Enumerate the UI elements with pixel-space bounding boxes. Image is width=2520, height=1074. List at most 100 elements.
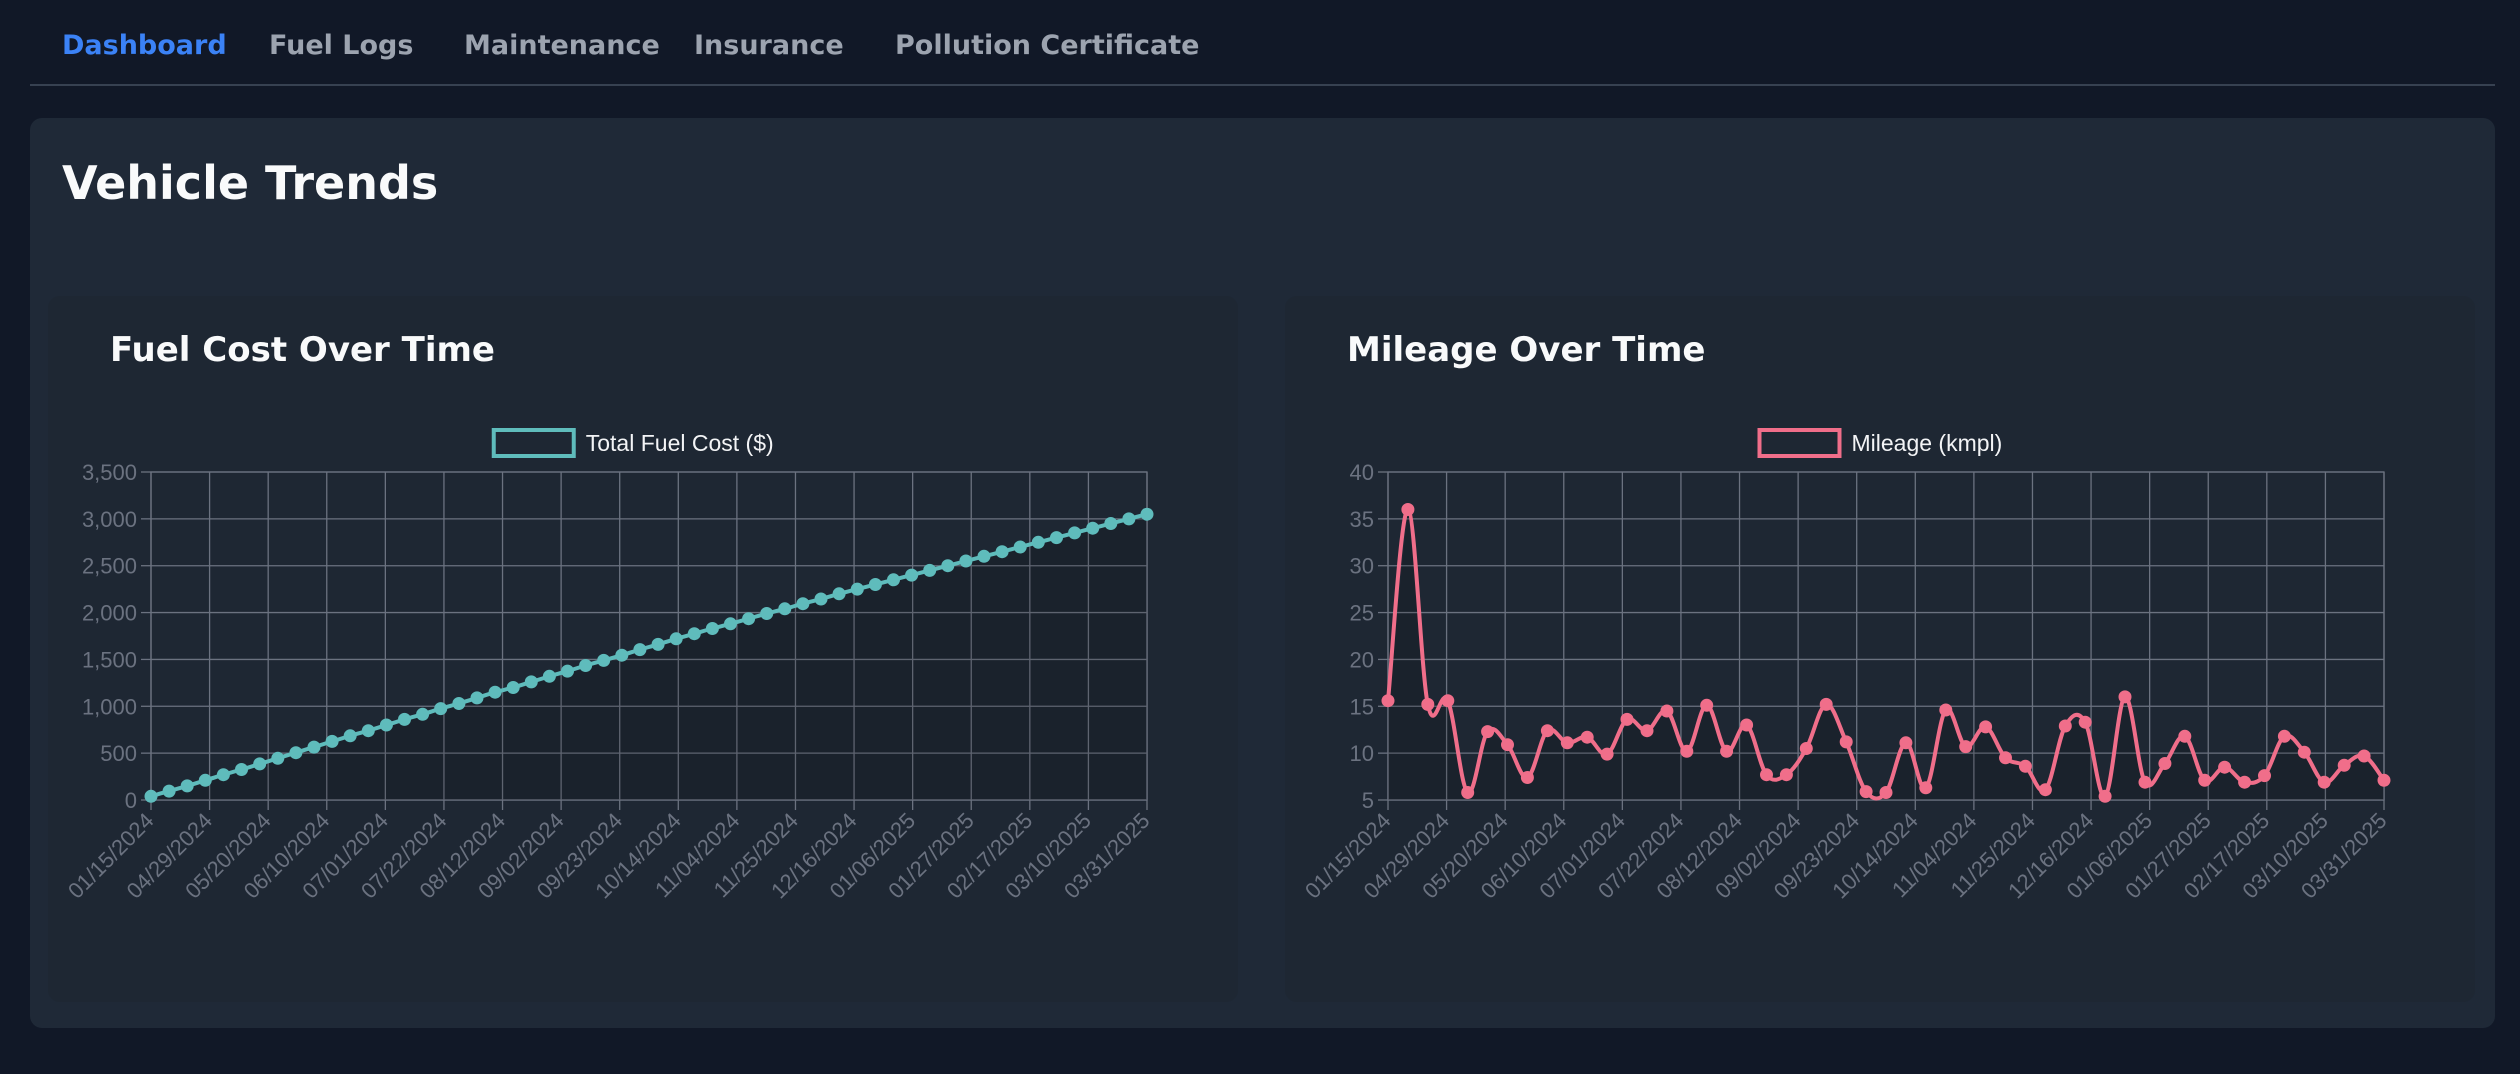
mileage-data-point <box>1700 698 1714 712</box>
fuel-cost-data-point <box>1140 507 1154 521</box>
mileage-data-point <box>2118 690 2132 704</box>
mileage-data-point <box>2178 729 2192 743</box>
fuel-cost-data-point <box>887 573 900 587</box>
fuel-cost-data-point <box>398 712 411 726</box>
fuel-cost-card: Fuel Cost Over Time 0 500 1,000 1,500 2,000 2… <box>48 296 1238 1002</box>
fuel-cost-data-point <box>1086 521 1100 535</box>
mileage-data-point <box>2258 769 2271 783</box>
fuel-cost-data-point <box>923 563 937 577</box>
tab-insurance[interactable]: Insurance <box>694 30 844 61</box>
fuel-cost-data-point <box>724 617 737 631</box>
mileage-data-point <box>1461 786 1475 799</box>
mileage-data-point <box>1740 718 1754 732</box>
mileage-y-tick-label: 20 <box>1350 647 1374 672</box>
mileage-data-point <box>1760 768 1773 782</box>
mileage-data-point <box>2158 757 2172 770</box>
fuel-cost-y-tick-label: 2,500 <box>82 554 137 579</box>
mileage-legend-label: Mileage (kmpl) <box>1852 430 2003 456</box>
mileage-data-point <box>1580 730 1594 744</box>
fuel-cost-data-point <box>379 718 393 732</box>
fuel-cost-data-point <box>977 549 991 563</box>
fuel-cost-data-point <box>434 702 448 716</box>
fuel-cost-data-point <box>1104 517 1118 530</box>
fuel-cost-data-point <box>633 643 647 657</box>
fuel-cost-data-point <box>832 587 846 601</box>
fuel-cost-data-point <box>597 653 611 667</box>
mileage-y-tick-label: 5 <box>1362 788 1374 813</box>
mileage-data-point <box>1839 735 1853 749</box>
mileage-data-point <box>2098 789 2112 803</box>
mileage-y-tick-label: 35 <box>1350 507 1374 532</box>
fuel-cost-data-point <box>742 612 756 626</box>
fuel-cost-data-point <box>162 784 176 798</box>
mileage-data-point <box>1999 751 2012 765</box>
mileage-data-point <box>1640 724 1654 738</box>
fuel-cost-data-point <box>995 545 1009 559</box>
mileage-legend-swatch <box>1757 428 1842 458</box>
page-title: Vehicle Trends <box>62 156 439 210</box>
mileage-y-tick-label: 15 <box>1350 694 1374 719</box>
fuel-cost-data-point <box>959 554 973 568</box>
fuel-cost-y-tick-label: 0 <box>125 788 137 813</box>
mileage-data-point <box>2018 759 2032 773</box>
fuel-cost-data-point <box>325 734 339 748</box>
tab-pollution-certificate[interactable]: Pollution Certificate <box>895 30 1199 61</box>
mileage-data-point <box>1879 786 1893 799</box>
fuel-cost-data-point <box>452 697 466 710</box>
mileage-data-point <box>1859 785 1873 799</box>
fuel-cost-data-point <box>343 729 357 743</box>
mileage-data-point <box>1720 744 1734 758</box>
fuel-cost-y-tick-label: 1,500 <box>82 647 137 672</box>
fuel-cost-data-point <box>941 559 955 573</box>
tab-dashboard[interactable]: Dashboard <box>62 30 227 61</box>
mileage-data-point <box>2038 783 2052 797</box>
fuel-cost-y-tick-label: 3,000 <box>82 507 137 532</box>
fuel-cost-data-point <box>1031 535 1045 549</box>
mileage-chart: 51015202530354001/15/202404/29/202405/20… <box>1300 428 2392 903</box>
fuel-cost-y-tick-label: 3,500 <box>82 460 137 485</box>
fuel-cost-data-point <box>253 757 267 771</box>
mileage-data-point <box>1560 736 1574 750</box>
mileage-data-point <box>1799 742 1813 755</box>
mileage-data-point <box>1401 503 1415 516</box>
mileage-data-point <box>1819 697 1833 711</box>
fuel-cost-data-point <box>778 602 792 616</box>
mileage-data-point <box>2078 715 2092 729</box>
fuel-cost-data-point <box>144 789 158 803</box>
mileage-data-point <box>2238 775 2252 789</box>
mileage-data-point <box>1779 768 1793 782</box>
mileage-y-tick-label: 10 <box>1350 741 1374 766</box>
mileage-data-point <box>2297 745 2311 759</box>
fuel-cost-data-point <box>524 675 538 689</box>
tab-maintenance[interactable]: Maintenance <box>464 30 660 61</box>
mileage-card: Mileage Over Time 5 10 15 20 25 30 35 40 01/15/2… <box>1285 296 2475 1002</box>
mileage-data-point <box>1660 704 1674 718</box>
mileage-data-point <box>1520 771 1534 784</box>
fuel-cost-data-point <box>506 681 520 694</box>
fuel-cost-data-point <box>615 648 629 662</box>
fuel-cost-legend-swatch <box>491 428 576 458</box>
mileage-data-point <box>1899 736 1913 750</box>
fuel-cost-data-point <box>1050 531 1063 545</box>
fuel-cost-data-point <box>760 607 774 620</box>
mileage-data-point <box>2277 729 2291 743</box>
mileage-data-point <box>2317 775 2331 789</box>
fuel-cost-data-point <box>868 578 882 591</box>
fuel-cost-data-point <box>669 632 683 646</box>
fuel-cost-data-point <box>361 724 375 738</box>
fuel-cost-data-point <box>307 740 321 754</box>
mileage-data-point <box>1381 694 1395 708</box>
fuel-cost-data-point <box>705 622 719 635</box>
fuel-cost-data-point <box>687 627 701 641</box>
fuel-cost-y-tick-label: 2,000 <box>82 601 137 626</box>
mileage-data-point <box>1680 744 1694 758</box>
mileage-data-point <box>2058 719 2072 733</box>
tab-fuel-logs[interactable]: Fuel Logs <box>269 30 413 61</box>
mileage-data-point <box>2198 773 2212 787</box>
fuel-cost-legend-label: Total Fuel Cost ($) <box>586 430 774 456</box>
mileage-series-line <box>1386 507 2386 801</box>
fuel-cost-data-point <box>180 779 194 793</box>
fuel-cost-data-point <box>850 582 864 596</box>
fuel-cost-data-point <box>651 637 665 651</box>
fuel-cost-data-point <box>416 707 430 721</box>
